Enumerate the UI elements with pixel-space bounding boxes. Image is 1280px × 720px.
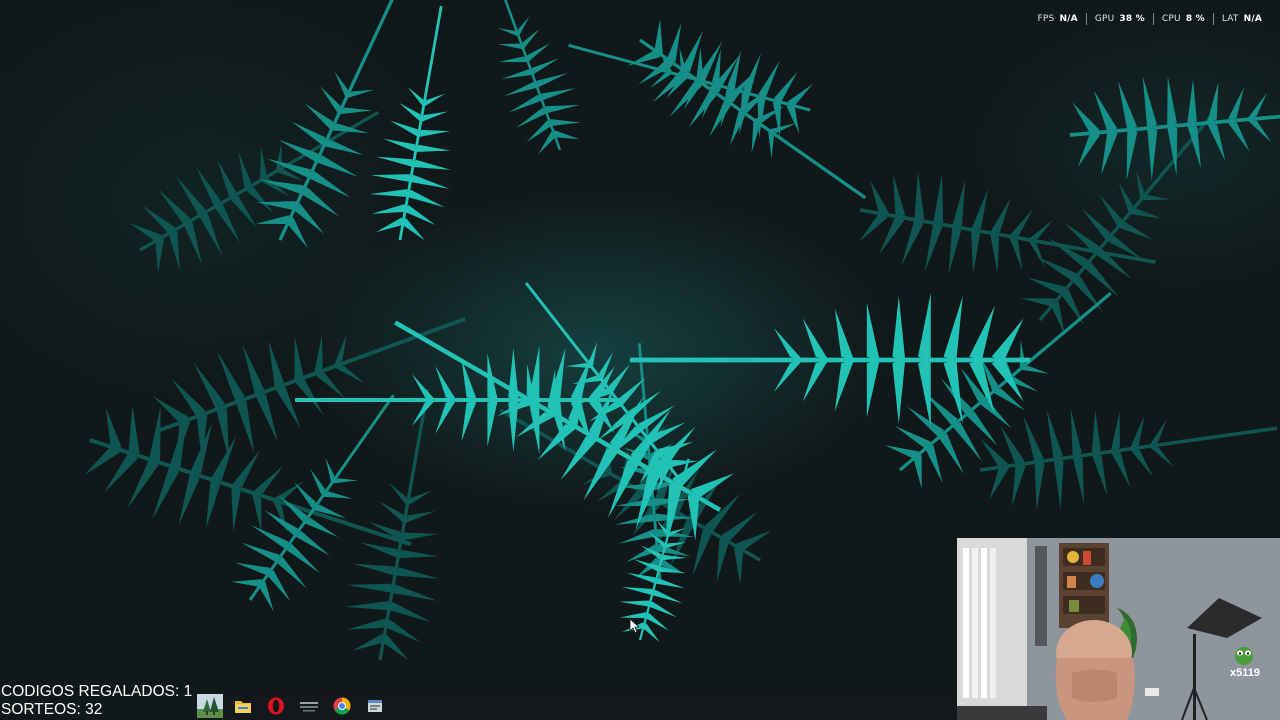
perf-label: FPS (1037, 14, 1055, 24)
perf-value: N/A (1243, 14, 1262, 24)
launcher-app-icon[interactable] (293, 692, 325, 720)
perf-gpu: GPU 38 % (1085, 13, 1153, 25)
nature-app-icon[interactable] (194, 692, 226, 720)
perf-value: N/A (1059, 14, 1078, 24)
webcam-overlay: x5119 (957, 538, 1280, 720)
fern-frond (971, 376, 1280, 522)
perf-label: CPU (1161, 14, 1181, 24)
file-explorer-icon[interactable] (227, 692, 259, 720)
perf-cpu: CPU 8 % (1152, 13, 1213, 25)
stream-stats-overlay: CODIGOS REGALADOS: 1 SORTEOS: 32 (1, 683, 192, 719)
performance-overlay: FPS N/A GPU 38 % CPU 8 % LAT N/A (1030, 13, 1270, 25)
pepe-badge-icon (1235, 647, 1253, 665)
perf-value: 8 % (1185, 14, 1205, 24)
raffles-counter: SORTEOS: 32 (1, 701, 103, 718)
codes-given-counter: CODIGOS REGALADOS: 1 (1, 683, 193, 700)
mouse-cursor-icon (629, 618, 639, 634)
opera-browser-icon[interactable] (260, 692, 292, 720)
perf-fps: FPS N/A (1030, 13, 1086, 25)
fern-frond (139, 265, 487, 484)
perf-label: GPU (1094, 14, 1115, 24)
fern-frond (1063, 53, 1280, 190)
perf-lat: LAT N/A (1212, 13, 1270, 25)
fern-frond (849, 158, 1166, 314)
webcam-badge-text: x5119 (1230, 667, 1260, 679)
fern-frond (611, 0, 894, 238)
gaming-chair (1055, 620, 1135, 720)
fern-frond (115, 70, 403, 292)
window-app-icon[interactable] (359, 692, 391, 720)
perf-label: LAT (1221, 14, 1239, 24)
desktop: FPS N/A GPU 38 % CPU 8 % LAT N/A CODIGOS… (0, 0, 1280, 720)
fern-frond (359, 0, 482, 249)
chrome-browser-icon[interactable] (326, 692, 358, 720)
taskbar (194, 692, 957, 720)
perf-value: 38 % (1119, 14, 1145, 24)
fern-frond (452, 0, 595, 164)
